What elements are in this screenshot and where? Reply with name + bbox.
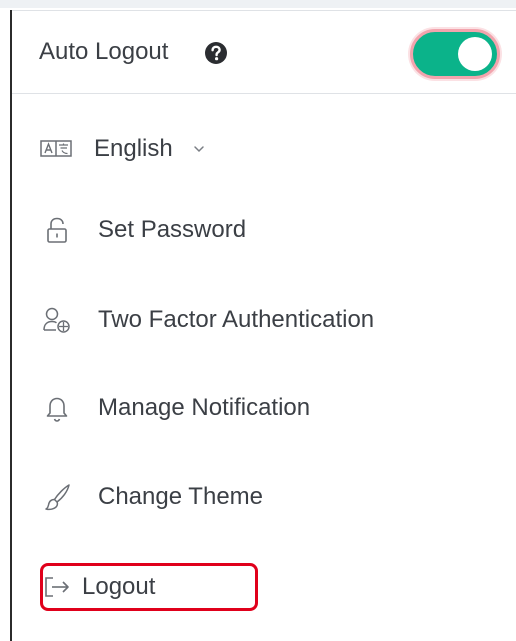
language-icon — [40, 138, 72, 162]
language-label: English — [94, 135, 173, 162]
toggle-knob — [458, 37, 492, 71]
change-theme-label: Change Theme — [98, 483, 263, 510]
menu-item-change-theme[interactable]: Change Theme — [12, 470, 512, 526]
menu-item-two-factor[interactable]: Two Factor Authentication — [12, 293, 512, 349]
bell-icon — [44, 393, 74, 423]
top-strip — [0, 0, 516, 8]
menu-item-manage-notification[interactable]: Manage Notification — [12, 381, 512, 437]
screen: Auto Logout English Set Password Two Fac… — [0, 0, 516, 641]
brush-icon — [44, 482, 74, 512]
set-password-label: Set Password — [98, 216, 247, 243]
auto-logout-row: Auto Logout — [12, 10, 516, 94]
user-shield-icon — [42, 305, 72, 335]
menu-item-set-password[interactable]: Set Password — [12, 203, 512, 259]
chevron-down-icon — [192, 142, 206, 156]
auto-logout-label: Auto Logout — [39, 38, 169, 65]
manage-notification-label: Manage Notification — [98, 394, 311, 421]
profile-dropdown-menu: Auto Logout English Set Password Two Fac… — [10, 10, 516, 641]
logout-highlight-outline — [40, 563, 258, 611]
two-factor-label: Two Factor Authentication — [98, 306, 375, 333]
auto-logout-toggle[interactable] — [410, 29, 500, 79]
language-selector[interactable]: English — [12, 122, 512, 178]
question-circle-icon[interactable] — [204, 41, 228, 65]
lock-icon — [44, 215, 74, 245]
